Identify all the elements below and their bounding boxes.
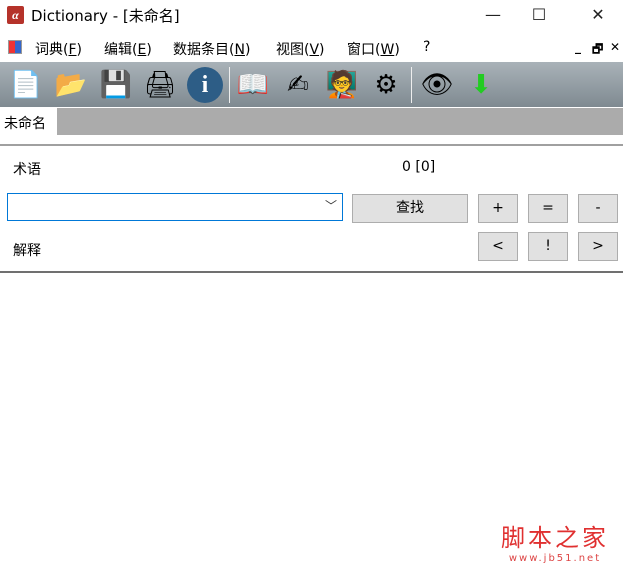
term-input[interactable] bbox=[8, 194, 342, 202]
term-label: 术语 bbox=[13, 162, 41, 178]
watermark: 脚本之家 www.jb51.net bbox=[501, 518, 609, 564]
menu-label-end: ) bbox=[76, 42, 82, 58]
open-folder-icon[interactable]: 📂 bbox=[51, 65, 91, 105]
menu-label: 窗口( bbox=[347, 42, 381, 58]
clipboard-import-icon[interactable]: ⬇ bbox=[461, 65, 501, 105]
app-icon: α bbox=[7, 6, 24, 24]
menu-accelerator: E bbox=[137, 42, 147, 58]
previous-button[interactable]: < bbox=[478, 232, 518, 261]
menu-item-2[interactable]: 数据条目(N) bbox=[173, 39, 250, 59]
menu-item-0[interactable]: 词典(F) bbox=[35, 39, 82, 59]
explanation-label: 解释 bbox=[13, 243, 41, 259]
entry-count: 0 [0] bbox=[402, 159, 436, 175]
edit-book-icon[interactable]: ✍ bbox=[278, 65, 318, 105]
window-title: Dictionary - [未命名] bbox=[31, 7, 180, 25]
title-bar: α Dictionary - [未命名] — ☐ ✕ bbox=[0, 0, 623, 31]
chevron-down-icon[interactable]: ﹀ bbox=[325, 197, 337, 214]
next-button[interactable]: > bbox=[578, 232, 618, 261]
menu-item-3[interactable]: 视图(V) bbox=[276, 39, 325, 59]
toolbar-separator bbox=[229, 67, 230, 103]
menu-accelerator: N bbox=[234, 42, 245, 58]
clipboard-view-icon[interactable]: 👁 bbox=[417, 65, 457, 105]
mdi-document-icon[interactable] bbox=[8, 40, 22, 54]
menu-accelerator: W bbox=[380, 42, 395, 58]
menu-label: 词典( bbox=[35, 42, 69, 58]
mdi-close-button[interactable]: ✕ bbox=[610, 40, 620, 54]
settings-gear-icon[interactable]: ⚙ bbox=[366, 65, 406, 105]
toolbar: 📄 📂 💾 🖨 i 📖 ✍ 🧑‍🏫 ⚙ 👁 ⬇ bbox=[0, 62, 623, 107]
menu-label-end: ) bbox=[146, 42, 152, 58]
menu-label: ? bbox=[423, 39, 431, 55]
term-combobox[interactable]: ﹀ bbox=[7, 193, 343, 221]
menu-label: 数据条目( bbox=[173, 42, 235, 58]
menu-item-1[interactable]: 编辑(E) bbox=[104, 39, 152, 59]
minimize-button[interactable]: — bbox=[470, 0, 516, 30]
menu-label-end: ) bbox=[394, 42, 400, 58]
close-button[interactable]: ✕ bbox=[575, 0, 621, 30]
print-icon[interactable]: 🖨 bbox=[140, 65, 180, 105]
document-tab-strip bbox=[0, 108, 623, 135]
menu-label: 编辑( bbox=[104, 42, 138, 58]
search-button[interactable]: 查找 bbox=[352, 194, 468, 223]
add-entry-button[interactable]: + bbox=[478, 194, 518, 223]
tab-untitled[interactable]: 未命名 bbox=[0, 108, 57, 136]
equal-button[interactable]: = bbox=[528, 194, 568, 223]
menu-label-end: ) bbox=[319, 42, 325, 58]
menu-accelerator: V bbox=[309, 42, 320, 58]
watermark-title: 脚本之家 bbox=[501, 524, 609, 552]
mdi-minimize-button[interactable]: _ bbox=[575, 40, 581, 54]
new-document-icon[interactable]: 📄 bbox=[6, 65, 46, 105]
menu-label-end: ) bbox=[244, 42, 251, 58]
presenter-icon[interactable]: 🧑‍🏫 bbox=[322, 65, 362, 105]
menu-item-4[interactable]: 窗口(W) bbox=[347, 39, 400, 59]
remove-entry-button[interactable]: - bbox=[578, 194, 618, 223]
menu-label: 视图( bbox=[276, 42, 310, 58]
save-icon[interactable]: 💾 bbox=[96, 65, 136, 105]
exclaim-button[interactable]: ! bbox=[528, 232, 568, 261]
watermark-url: www.jb51.net bbox=[508, 553, 602, 564]
mdi-restore-button[interactable]: 🗗 bbox=[592, 40, 603, 61]
maximize-button[interactable]: ☐ bbox=[516, 0, 562, 30]
open-book-icon[interactable]: 📖 bbox=[233, 65, 273, 105]
menu-accelerator: F bbox=[68, 42, 77, 58]
toolbar-separator bbox=[411, 67, 412, 103]
info-icon[interactable]: i bbox=[185, 65, 225, 105]
divider bbox=[0, 144, 623, 146]
menu-item-5[interactable]: ? bbox=[423, 39, 430, 55]
